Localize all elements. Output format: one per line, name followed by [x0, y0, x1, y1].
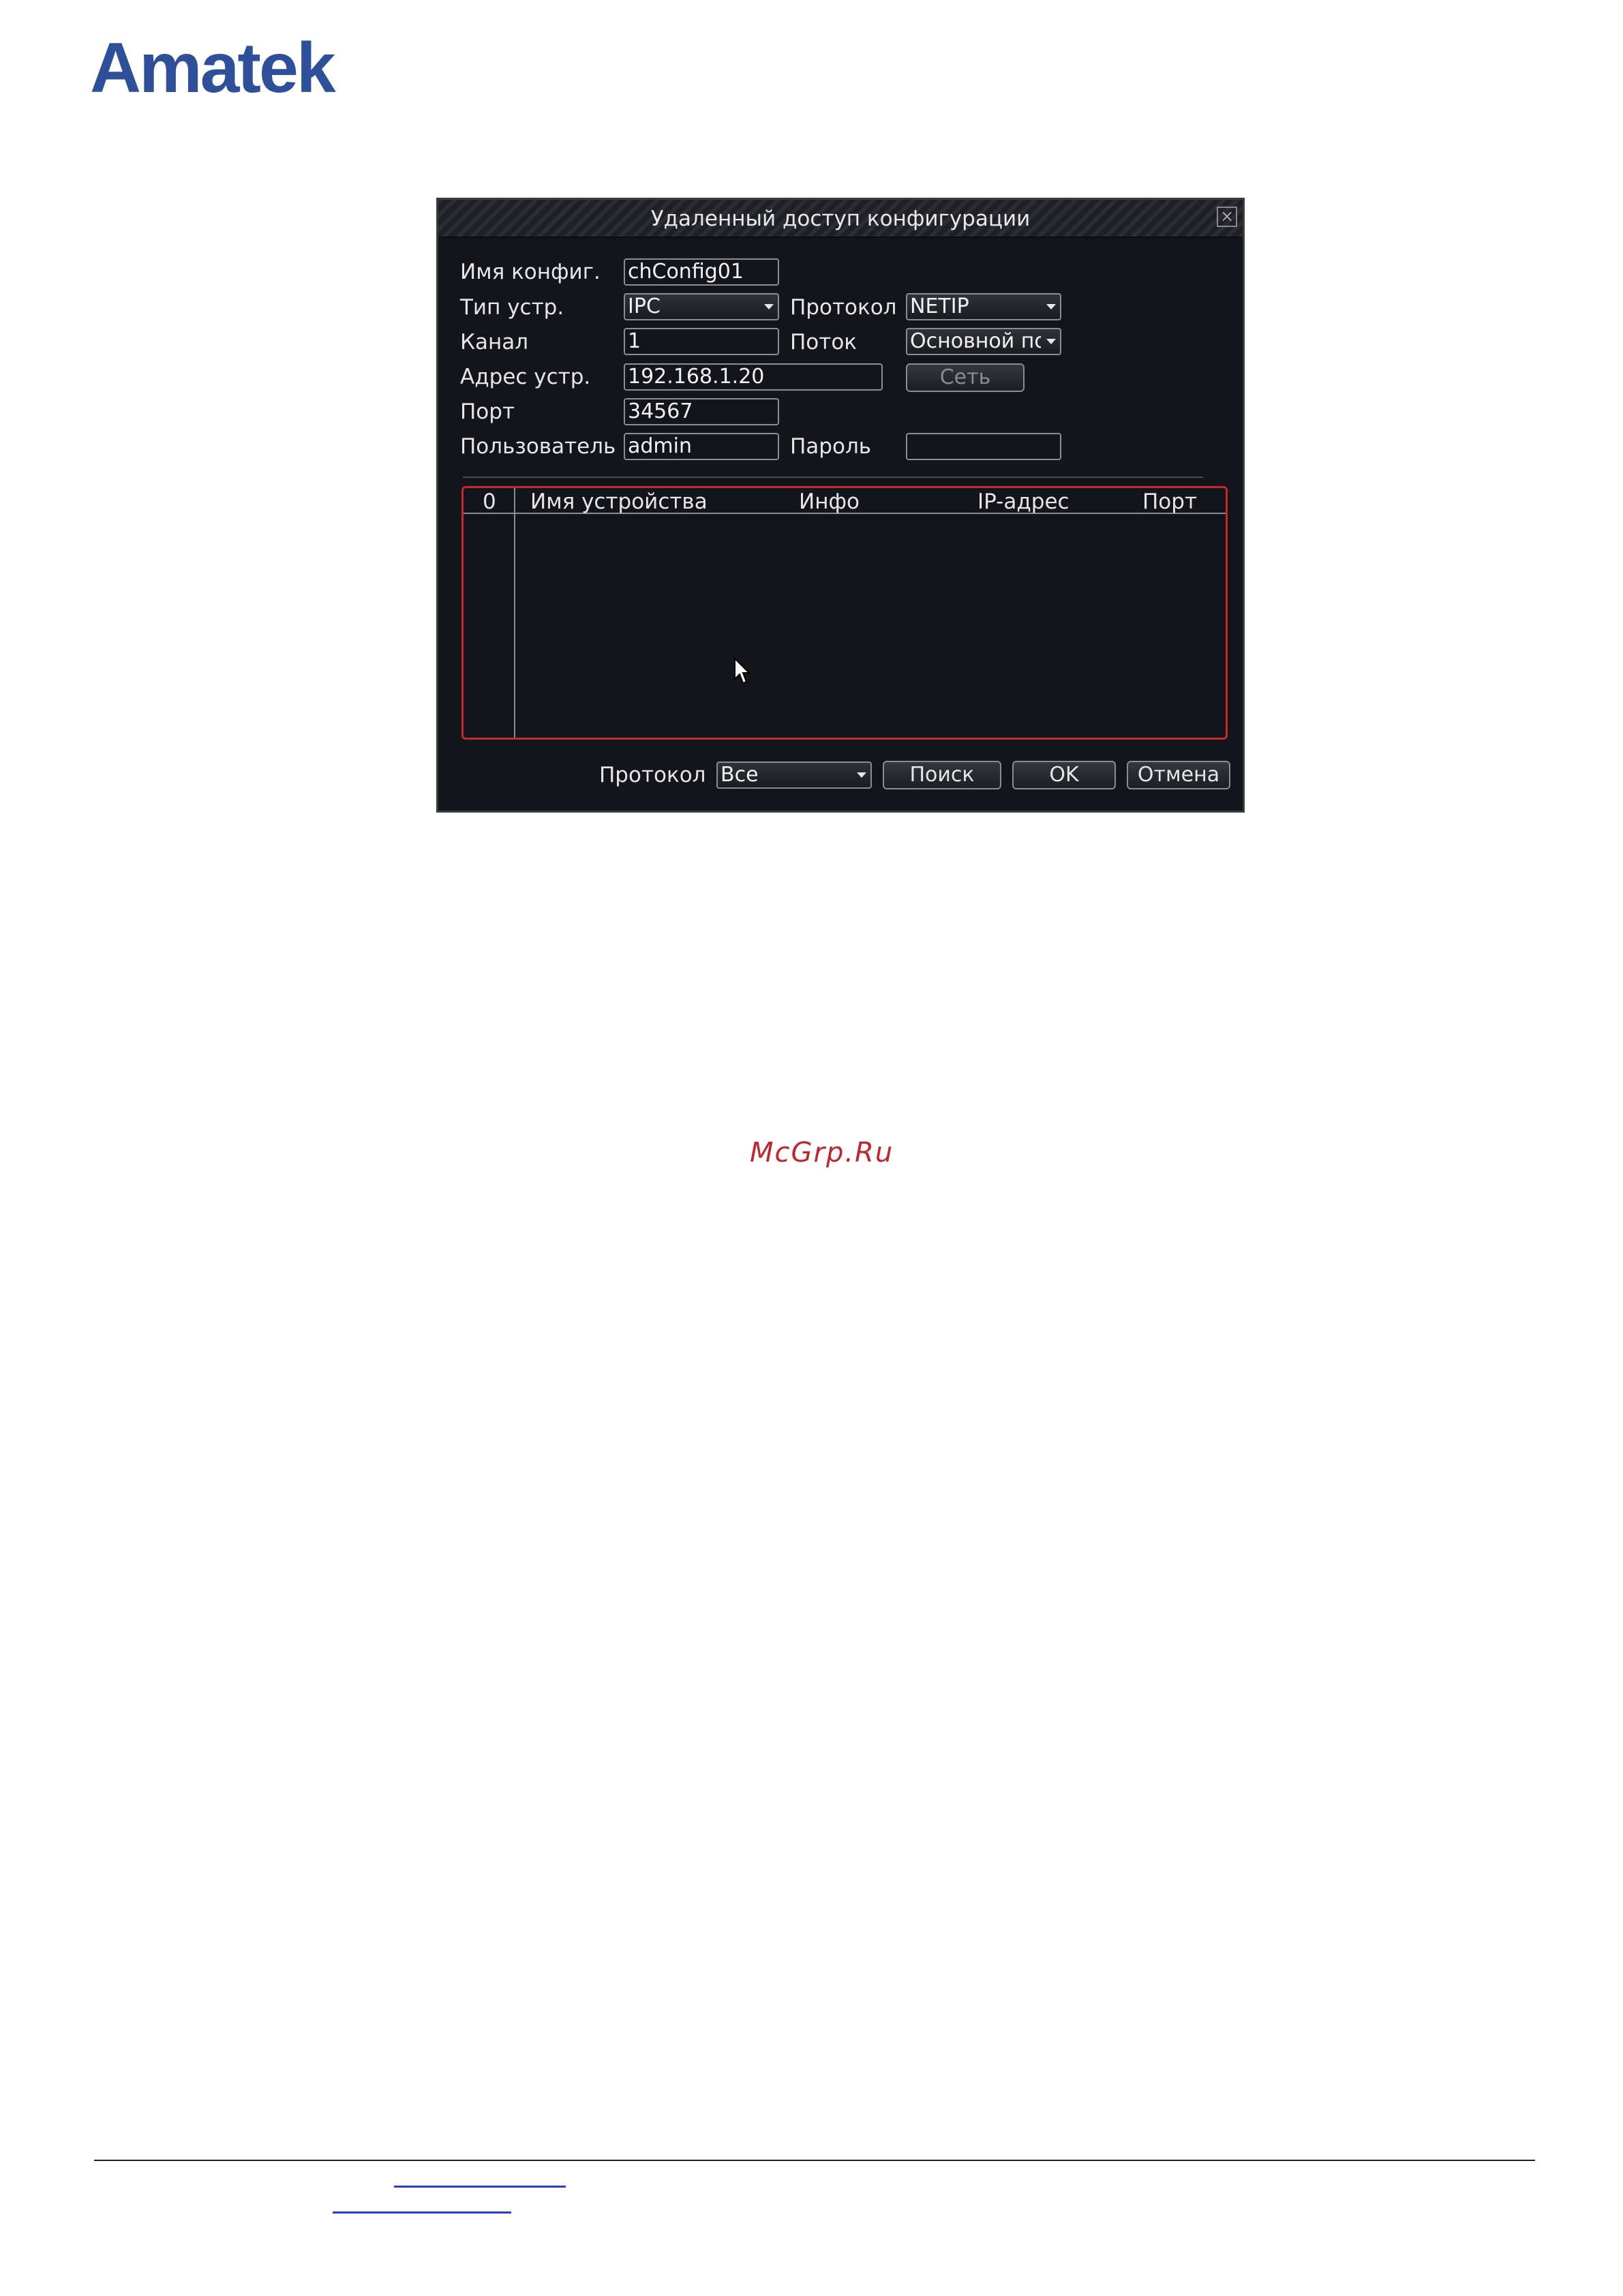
password-label: Пароль — [790, 434, 872, 459]
col-port-header[interactable]: Порт — [1142, 489, 1197, 514]
config-name-input[interactable]: chConfig01 — [624, 258, 779, 286]
stream-label: Поток — [790, 330, 858, 354]
watermark: McGrp.Ru — [750, 1137, 894, 1168]
device-type-value: IPC — [628, 294, 661, 318]
ok-button[interactable]: OK — [1012, 761, 1116, 789]
device-type-select[interactable]: IPC — [624, 293, 779, 320]
close-icon[interactable]: × — [1217, 207, 1237, 227]
stream-select[interactable]: Основной по — [906, 328, 1061, 355]
mouse-cursor-icon — [734, 657, 751, 684]
cancel-button[interactable]: Отмена — [1127, 761, 1230, 789]
chevron-down-icon — [764, 304, 774, 309]
config-name-label: Имя конфиг. — [460, 260, 601, 284]
remote-config-dialog: Удаленный доступ конфигурации × Имя конф… — [436, 198, 1245, 813]
protocol-label: Протокол — [790, 295, 897, 320]
protocol-filter-value: Все — [721, 763, 759, 787]
port-label: Порт — [460, 399, 515, 424]
chevron-down-icon — [1046, 304, 1056, 309]
stream-value: Основной по — [910, 329, 1041, 353]
user-input[interactable]: admin — [624, 433, 779, 460]
protocol-filter-select[interactable]: Все — [716, 761, 872, 789]
search-button[interactable]: Поиск — [883, 761, 1001, 789]
list-column-divider — [514, 488, 515, 738]
footer-link-underline[interactable] — [333, 2211, 511, 2214]
bottom-protocol-label: Протокол — [599, 763, 706, 787]
user-label: Пользователь — [460, 434, 616, 459]
network-button[interactable]: Сеть — [906, 363, 1025, 392]
divider — [463, 477, 1203, 478]
chevron-down-icon — [857, 772, 866, 778]
col-ip-header[interactable]: IP-адрес — [977, 489, 1070, 514]
port-input[interactable]: 34567 — [624, 398, 779, 425]
col-device-name-header[interactable]: Имя устройства — [530, 489, 708, 514]
channel-input[interactable]: 1 — [624, 328, 779, 355]
col-info-header[interactable]: Инфо — [799, 489, 860, 514]
footer-divider — [94, 2160, 1535, 2161]
amatek-logo: Amatek — [90, 29, 336, 108]
chevron-down-icon — [1046, 339, 1056, 344]
address-input[interactable]: 192.168.1.20 — [624, 363, 883, 391]
device-list[interactable]: 0 Имя устройства Инфо IP-адрес Порт — [461, 486, 1228, 740]
password-input[interactable] — [906, 433, 1061, 460]
address-label: Адрес устр. — [460, 365, 591, 389]
protocol-select[interactable]: NETIP — [906, 293, 1061, 320]
col-index-header[interactable]: 0 — [483, 489, 496, 514]
protocol-value: NETIP — [910, 294, 969, 318]
channel-label: Канал — [460, 330, 529, 354]
footer-link-underline[interactable] — [394, 2186, 566, 2188]
dialog-title: Удаленный доступ конфигурации — [650, 207, 1031, 231]
device-type-label: Тип устр. — [460, 295, 564, 320]
dialog-titlebar[interactable]: Удаленный доступ конфигурации × — [438, 200, 1243, 238]
